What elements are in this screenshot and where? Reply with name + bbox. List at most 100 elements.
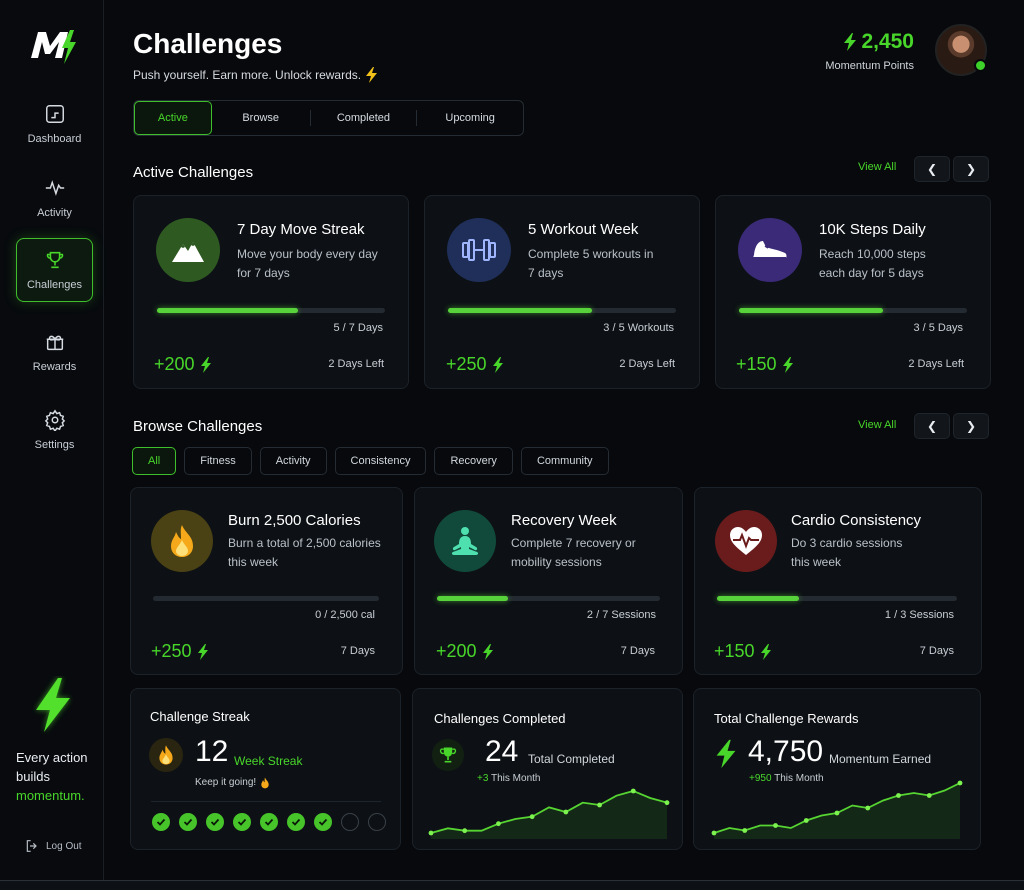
desc-line: Move your body every day bbox=[237, 247, 378, 261]
progress-text: 3 / 5 Workouts bbox=[603, 322, 674, 334]
flame-icon bbox=[159, 745, 173, 765]
tab-completed[interactable]: Completed bbox=[311, 101, 417, 135]
active-challenge-card[interactable]: 5 Workout Week Complete 5 workouts in 7 d… bbox=[424, 195, 700, 389]
trophy-badge bbox=[432, 739, 464, 771]
tagline-line-1: Every action bbox=[16, 750, 88, 765]
app-logo[interactable] bbox=[28, 24, 80, 68]
challenge-title: 5 Workout Week bbox=[528, 221, 639, 238]
checkmark-icon bbox=[183, 818, 193, 826]
sidebar-item-label: Challenges bbox=[26, 279, 83, 291]
checkmark-icon bbox=[264, 818, 274, 826]
active-view-all-link[interactable]: View All bbox=[858, 161, 896, 173]
online-status-indicator bbox=[974, 59, 987, 72]
challenge-title: 10K Steps Daily bbox=[819, 221, 926, 238]
sparkline-point bbox=[865, 805, 871, 811]
category-filter: All Fitness Activity Consistency Recover… bbox=[132, 447, 609, 475]
filter-chip-recovery[interactable]: Recovery bbox=[434, 447, 513, 475]
logout-button[interactable]: Log Out bbox=[24, 838, 82, 854]
browse-challenge-card[interactable]: Recovery Week Complete 7 recovery or mobi… bbox=[414, 487, 683, 675]
heart-pulse-icon bbox=[730, 527, 762, 555]
lightning-bolt-icon bbox=[36, 678, 70, 732]
stat-title: Challenge Streak bbox=[150, 709, 250, 724]
browse-prev-button[interactable]: ❮ bbox=[914, 413, 950, 439]
filter-chip-activity[interactable]: Activity bbox=[259, 447, 327, 475]
trophy-icon bbox=[46, 251, 63, 269]
active-prev-button[interactable]: ❮ bbox=[914, 156, 950, 182]
sidebar-item-rewards[interactable]: Rewards bbox=[16, 320, 93, 384]
filter-chip-consistency[interactable]: Consistency bbox=[334, 447, 427, 475]
sidebar-item-challenges[interactable]: Challenges bbox=[16, 238, 93, 302]
total-rewards-card: Total Challenge Rewards 4,750 Momentum E… bbox=[693, 688, 981, 850]
page-subtitle: Push yourself. Earn more. Unlock rewards… bbox=[133, 67, 379, 83]
sparkline-point bbox=[664, 800, 670, 806]
tagline-accent: momentum. bbox=[16, 788, 85, 803]
progress-fill bbox=[717, 596, 799, 601]
browse-next-button[interactable]: ❯ bbox=[953, 413, 989, 439]
filter-chip-fitness[interactable]: Fitness bbox=[184, 447, 252, 475]
progress-text: 5 / 7 Days bbox=[333, 322, 383, 334]
stat-title: Total Challenge Rewards bbox=[714, 711, 859, 726]
checkmark-icon bbox=[318, 818, 328, 826]
points-label: Momentum Points bbox=[825, 60, 914, 72]
browse-view-all-link[interactable]: View All bbox=[858, 419, 896, 431]
streak-check-complete bbox=[314, 813, 332, 831]
window-bottom-edge bbox=[0, 880, 1024, 890]
lightning-icon bbox=[482, 643, 493, 660]
streak-check-pending bbox=[368, 813, 386, 831]
sidebar-item-settings[interactable]: Settings bbox=[16, 398, 93, 462]
tagline-line-2: builds bbox=[16, 769, 50, 784]
sparkline-point bbox=[529, 814, 535, 820]
challenge-title: Recovery Week bbox=[511, 512, 617, 529]
sparkline-point bbox=[926, 793, 932, 798]
sparkline-point bbox=[742, 828, 748, 833]
rewards-trend-sparkline bbox=[711, 780, 963, 839]
points-value: 2,450 bbox=[825, 30, 914, 54]
browse-challenge-card[interactable]: Burn 2,500 Calories Burn a total of 2,50… bbox=[130, 487, 403, 675]
tab-browse[interactable]: Browse bbox=[212, 101, 310, 135]
tab-upcoming[interactable]: Upcoming bbox=[417, 101, 523, 135]
desc-line: Burn a total of 2,500 calories bbox=[228, 536, 381, 550]
challenge-duration: 7 Days bbox=[620, 645, 655, 657]
reward-points: +150 bbox=[714, 641, 772, 662]
lightning-icon bbox=[782, 356, 793, 373]
active-challenge-card[interactable]: 7 Day Move Streak Move your body every d… bbox=[133, 195, 409, 389]
dumbbell-icon bbox=[462, 239, 496, 261]
desc-line: Do 3 cardio sessions bbox=[791, 536, 903, 550]
progress-bar bbox=[448, 308, 676, 313]
page-title: Challenges bbox=[133, 28, 283, 59]
avatar[interactable] bbox=[935, 24, 987, 76]
reward-points: +250 bbox=[446, 354, 504, 375]
challenges-completed-card: Challenges Completed 24 Total Completed … bbox=[412, 688, 683, 850]
tab-active[interactable]: Active bbox=[134, 101, 212, 135]
desc-line: Complete 5 workouts in bbox=[528, 247, 654, 261]
flame-icon bbox=[171, 525, 193, 557]
progress-text: 3 / 5 Days bbox=[913, 322, 963, 334]
challenge-icon-badge bbox=[715, 510, 777, 572]
trophy-icon bbox=[439, 747, 457, 763]
desc-line: this week bbox=[228, 555, 279, 569]
logout-icon bbox=[26, 840, 37, 852]
active-challenge-card[interactable]: 10K Steps Daily Reach 10,000 steps each d… bbox=[715, 195, 991, 389]
flame-icon bbox=[261, 777, 269, 789]
streak-check-complete bbox=[152, 813, 170, 831]
browse-challenge-card[interactable]: Cardio Consistency Do 3 cardio sessions t… bbox=[694, 487, 982, 675]
challenge-icon-badge bbox=[156, 218, 220, 282]
sidebar-item-dashboard[interactable]: Dashboard bbox=[16, 92, 93, 156]
sidebar-item-activity[interactable]: Activity bbox=[16, 166, 93, 230]
desc-line: Reach 10,000 steps bbox=[819, 247, 926, 261]
streak-check-complete bbox=[179, 813, 197, 831]
reward-value: +200 bbox=[436, 641, 477, 661]
sparkline-point bbox=[428, 830, 434, 836]
progress-bar bbox=[739, 308, 967, 313]
time-left: 2 Days Left bbox=[328, 358, 384, 370]
filter-chip-all[interactable]: All bbox=[132, 447, 177, 475]
active-next-button[interactable]: ❯ bbox=[953, 156, 989, 182]
desc-line: each day for 5 days bbox=[819, 266, 924, 280]
desc-line: this week bbox=[791, 555, 842, 569]
desc-line: Complete 7 recovery or bbox=[511, 536, 636, 550]
pulse-icon bbox=[45, 180, 64, 196]
reward-value: +200 bbox=[154, 354, 195, 374]
reward-value: +250 bbox=[446, 354, 487, 374]
checkmark-icon bbox=[237, 818, 247, 826]
filter-chip-community[interactable]: Community bbox=[520, 447, 609, 475]
